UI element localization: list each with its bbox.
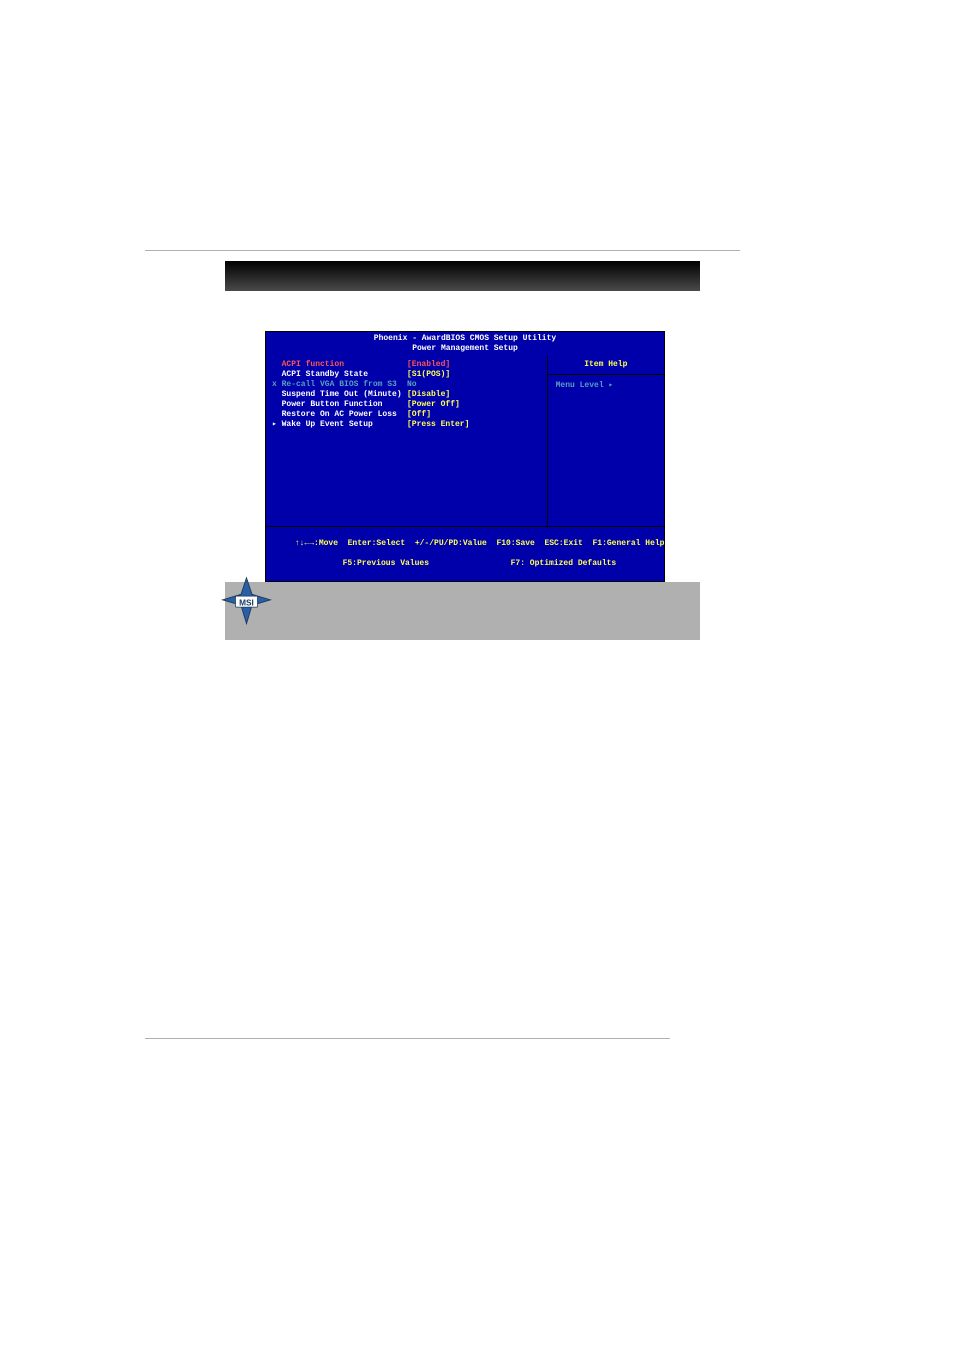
setting-value[interactable]: [S1(POS)] <box>407 370 450 380</box>
menu-level-text: Menu Level ▸ <box>548 375 664 397</box>
setting-value[interactable]: [Off] <box>407 410 431 420</box>
setting-acpi-function[interactable]: ACPI function [Enabled] <box>272 360 541 370</box>
svg-text:MSI: MSI <box>239 598 254 607</box>
setting-label: ▸ Wake Up Event Setup <box>272 420 407 430</box>
setting-restore-on-ac-power-loss[interactable]: Restore On AC Power Loss [Off] <box>272 410 541 420</box>
setting-label: ACPI Standby State <box>272 370 407 380</box>
bios-title: Phoenix - AwardBIOS CMOS Setup Utility P… <box>265 331 665 356</box>
setting-label: ACPI function <box>272 360 407 370</box>
setting-value[interactable]: [Disable] <box>407 390 450 400</box>
bios-title-line1: Phoenix - AwardBIOS CMOS Setup Utility <box>374 334 556 343</box>
bios-footer-line2: F5:Previous Values F7: Optimized Default… <box>343 559 617 568</box>
setting-value: No <box>407 380 417 390</box>
quote-mark-placeholder: " " <box>530 840 541 851</box>
setting-label: Suspend Time Out (Minute) <box>272 390 407 400</box>
setting-wake-up-event-setup[interactable]: ▸ Wake Up Event Setup [Press Enter] <box>272 420 541 430</box>
bios-help-panel: Item Help Menu Level ▸ <box>548 356 664 526</box>
black-header-strip <box>225 261 700 291</box>
setting-value[interactable]: [Enabled] <box>407 360 450 370</box>
setting-suspend-time-out[interactable]: Suspend Time Out (Minute) [Disable] <box>272 390 541 400</box>
setting-recall-vga-bios: x Re-call VGA BIOS from S3 No <box>272 380 541 390</box>
gray-footer-band: MSI <box>225 582 700 640</box>
setting-label: Restore On AC Power Loss <box>272 410 407 420</box>
setting-value[interactable]: [Power Off] <box>407 400 460 410</box>
bios-settings-panel[interactable]: ACPI function [Enabled] ACPI Standby Sta… <box>266 356 548 526</box>
bios-body: ACPI function [Enabled] ACPI Standby Sta… <box>265 356 665 527</box>
bios-footer: ↑↓←→:Move Enter:Select +/-/PU/PD:Value F… <box>265 527 665 582</box>
bottom-hr <box>145 1038 670 1039</box>
item-help-title: Item Help <box>548 356 664 375</box>
bios-window[interactable]: Phoenix - AwardBIOS CMOS Setup Utility P… <box>265 331 665 582</box>
bios-title-line2: Power Management Setup <box>412 344 518 353</box>
setting-label: x Re-call VGA BIOS from S3 <box>272 380 407 390</box>
setting-value[interactable]: [Press Enter] <box>407 420 469 430</box>
setting-acpi-standby-state[interactable]: ACPI Standby State [S1(POS)] <box>272 370 541 380</box>
msi-logo-icon: MSI <box>219 576 274 631</box>
bios-footer-line1: ↑↓←→:Move Enter:Select +/-/PU/PD:Value F… <box>295 539 665 548</box>
setting-label: Power Button Function <box>272 400 407 410</box>
setting-power-button-function[interactable]: Power Button Function [Power Off] <box>272 400 541 410</box>
top-hr <box>145 250 740 251</box>
